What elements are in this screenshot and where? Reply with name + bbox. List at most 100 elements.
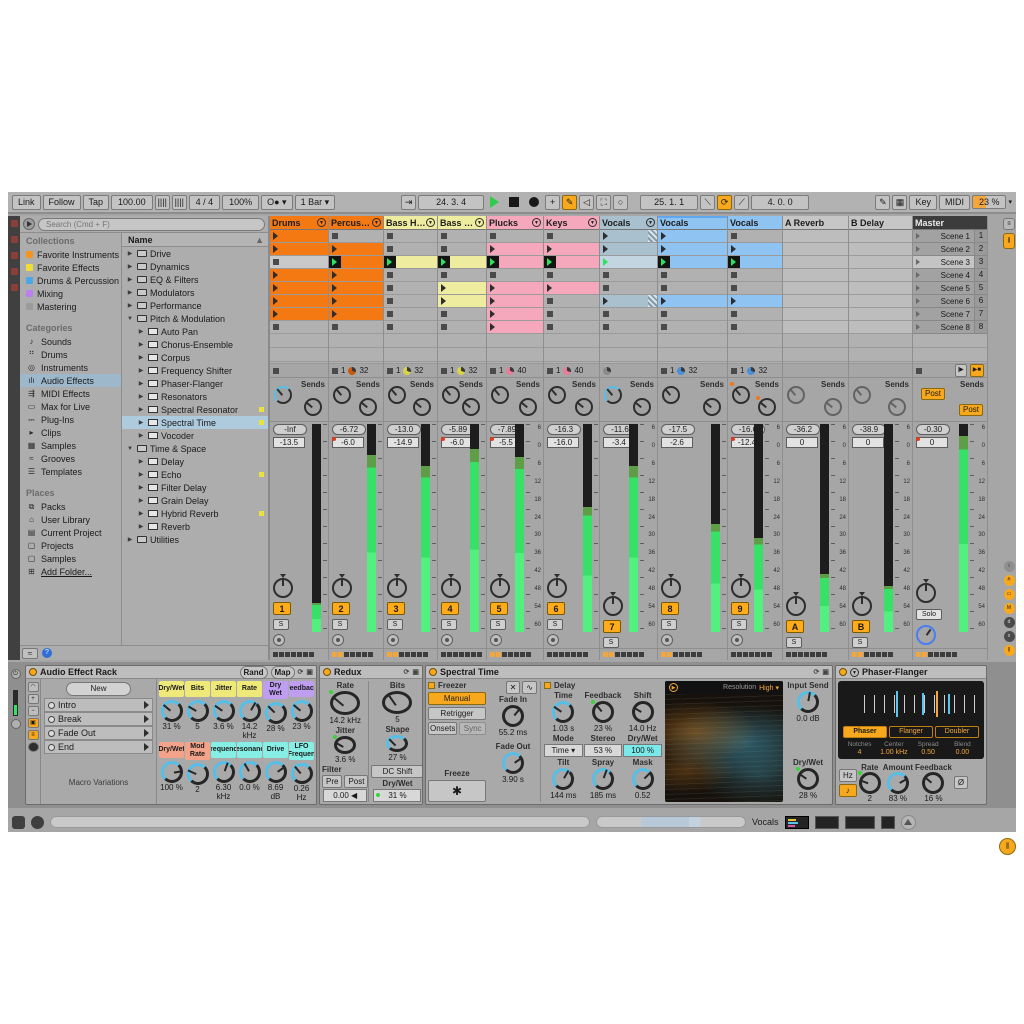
clip-stop-icon[interactable]: [273, 324, 279, 330]
scene-launch-icon[interactable]: [916, 272, 920, 278]
send-a-knob[interactable]: [548, 386, 566, 404]
solo-button[interactable]: S: [786, 637, 802, 648]
rack-chain-row[interactable]: End: [44, 740, 153, 754]
loop-start-field[interactable]: 25. 1. 1: [640, 195, 698, 210]
stop-clips-icon[interactable]: [731, 368, 737, 374]
clip-slot[interactable]: [600, 295, 657, 308]
stop-clips-icon[interactable]: [332, 368, 338, 374]
sidebar-item-projects[interactable]: ▢Projects: [20, 539, 121, 552]
scene-launch-icon[interactable]: [916, 233, 920, 239]
dc-shift-button[interactable]: DC Shift: [371, 765, 422, 778]
clip-stop-icon[interactable]: [332, 324, 338, 330]
clip-slot[interactable]: [329, 243, 383, 256]
clip-slot[interactable]: [600, 308, 657, 321]
clip-slot[interactable]: [329, 295, 383, 308]
mode-select[interactable]: Time ▾: [544, 744, 583, 757]
scene-row[interactable]: Scene 88: [913, 321, 987, 334]
macro-knob[interactable]: [239, 700, 261, 722]
track-header[interactable]: Vocals: [658, 216, 727, 230]
clip-slot[interactable]: [487, 308, 543, 321]
jitter-knob[interactable]: [334, 736, 356, 754]
chevron-down-icon[interactable]: ▼: [317, 218, 326, 227]
solo-button[interactable]: S: [490, 619, 506, 630]
output-channel[interactable]: 32: [359, 366, 368, 375]
expand-icon[interactable]: ▶: [137, 393, 145, 400]
scene-row[interactable]: Scene 66: [913, 295, 987, 308]
track-activator-button[interactable]: 7: [603, 620, 621, 633]
phaser-title-bar[interactable]: ▼ Phaser-Flanger: [836, 666, 986, 679]
nudge-down-icon[interactable]: ||||: [155, 195, 170, 210]
track-activator-button[interactable]: 9: [731, 602, 749, 615]
sidebar-item-instruments[interactable]: ◎Instruments: [20, 361, 121, 374]
macro-knob[interactable]: [291, 700, 313, 722]
tree-item[interactable]: ▶Spectral Resonator: [122, 403, 268, 416]
collection-item[interactable]: Favorite Effects: [20, 261, 121, 274]
filter-post-button[interactable]: Post: [344, 775, 368, 788]
clip-launch-icon[interactable]: [661, 232, 666, 240]
scene-row[interactable]: Scene 55: [913, 282, 987, 295]
clip-slot[interactable]: [544, 282, 599, 295]
fade-out-value[interactable]: 3.90 s: [502, 775, 524, 784]
clip-launch-icon[interactable]: [441, 284, 446, 292]
clip-slot[interactable]: [544, 295, 599, 308]
clip-stop-icon[interactable]: [332, 233, 338, 239]
macro-knob[interactable]: [161, 700, 183, 722]
send-a-knob[interactable]: [333, 386, 351, 404]
track-activator-button[interactable]: 6: [547, 602, 565, 615]
tree-item[interactable]: ▶Frequency Shifter: [122, 364, 268, 377]
macro-knob[interactable]: [265, 761, 287, 783]
collection-item[interactable]: Favorite Instruments: [20, 248, 121, 261]
fold-device-icon[interactable]: ▼: [850, 668, 859, 677]
input-channel[interactable]: 1: [740, 366, 744, 375]
scene-launch-icon[interactable]: [916, 259, 920, 265]
sidebar-item-max-for-live[interactable]: ▭Max for Live: [20, 400, 121, 413]
clip-stop-icon[interactable]: [603, 311, 609, 317]
center-value[interactable]: 1.00 kHz: [877, 749, 910, 756]
send-b-knob[interactable]: [758, 398, 776, 416]
peak-level-field[interactable]: -38.9: [852, 424, 886, 435]
track-header[interactable]: Drums▼: [270, 216, 328, 230]
spectral-title-bar[interactable]: Spectral Time ⟳ ▣: [426, 666, 832, 679]
clip-launch-icon[interactable]: [603, 232, 608, 240]
phaser-rate-knob[interactable]: [859, 772, 881, 794]
show-browser-icon[interactable]: [12, 816, 25, 829]
clip-slot[interactable]: [384, 295, 437, 308]
automation-arm-icon[interactable]: ✎: [562, 195, 577, 210]
chain-select-icon[interactable]: [48, 730, 55, 737]
clip-slot[interactable]: [329, 308, 383, 321]
tree-item[interactable]: ▶Drive: [122, 247, 268, 260]
out-drywet-knob[interactable]: [797, 768, 819, 790]
macro-knob[interactable]: [187, 700, 209, 722]
tree-item[interactable]: ▶Hybrid Reverb: [122, 507, 268, 520]
clip-slot[interactable]: [849, 230, 912, 243]
horizontal-scrollbar[interactable]: [50, 816, 590, 828]
expand-icon[interactable]: ▶: [137, 328, 145, 335]
show-device-view-icon[interactable]: [901, 815, 916, 830]
stop-clips-icon[interactable]: [273, 368, 279, 374]
macro-knob[interactable]: [213, 700, 235, 722]
pan-knob[interactable]: [490, 578, 510, 598]
chain-launch-icon[interactable]: [144, 729, 149, 737]
sidebar-item-grooves[interactable]: ≈Grooves: [20, 452, 121, 465]
playing-clip-chip[interactable]: [329, 256, 341, 268]
volume-field[interactable]: -16.0: [547, 437, 579, 448]
solo-button[interactable]: S: [273, 619, 289, 630]
clip-slot[interactable]: [600, 269, 657, 282]
expand-icon[interactable]: ▶: [137, 432, 145, 439]
midi-map-button[interactable]: MIDI: [939, 195, 970, 210]
follow-button[interactable]: Follow: [43, 195, 81, 210]
chain-launch-icon[interactable]: [144, 715, 149, 723]
clip-stop-icon[interactable]: [273, 259, 279, 265]
clip-overview-bar[interactable]: [596, 816, 746, 828]
peak-level-field[interactable]: -6.72: [332, 424, 366, 435]
expand-icon[interactable]: ▶: [126, 263, 134, 270]
clip-stop-icon[interactable]: [387, 298, 393, 304]
groove-amount-field[interactable]: 100%: [222, 195, 259, 210]
rack-macro-toggle-icon[interactable]: ◠: [28, 682, 39, 692]
clip-stop-icon[interactable]: [661, 324, 667, 330]
track-activator-button[interactable]: 1: [273, 602, 291, 615]
punch-out-icon[interactable]: ⟋: [734, 195, 749, 210]
tree-item[interactable]: ▶Dynamics: [122, 260, 268, 273]
macro-value[interactable]: 2: [195, 785, 199, 794]
blend-value[interactable]: 0.00: [946, 749, 979, 756]
